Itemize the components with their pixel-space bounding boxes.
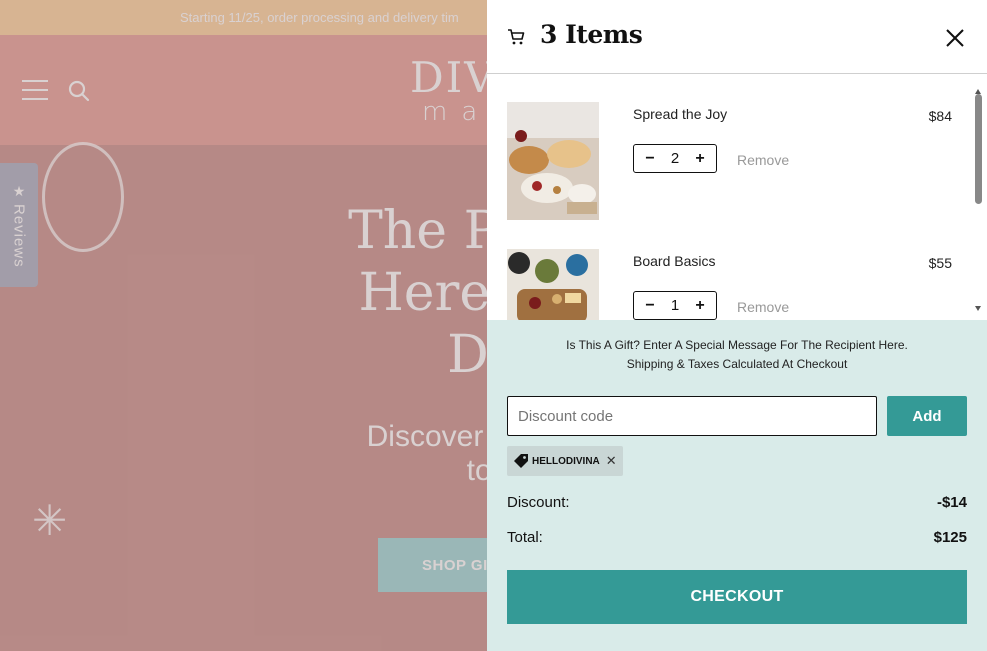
shipping-note: Shipping & Taxes Calculated At Checkout <box>626 357 848 371</box>
discount-row: Discount: -$14 <box>507 494 967 511</box>
product-image[interactable] <box>507 102 599 220</box>
quantity-value[interactable]: 2 <box>671 150 679 167</box>
scrollbar-thumb[interactable] <box>975 94 982 204</box>
applied-discount-tag: HELLODIVINA ✕ <box>507 446 623 476</box>
item-name[interactable]: Spread the Joy <box>633 106 727 122</box>
tag-icon <box>514 454 528 468</box>
cart-item: Board Basics $55 − 1 + Remove <box>507 249 957 320</box>
close-icon[interactable] <box>945 28 965 48</box>
decrease-quantity-button[interactable]: − <box>644 297 656 315</box>
gift-note: Is This A Gift? Enter A Special Message … <box>487 336 987 374</box>
increase-quantity-button[interactable]: + <box>694 150 706 168</box>
quantity-stepper: − 2 + <box>633 144 717 173</box>
remove-discount-icon[interactable]: ✕ <box>606 453 617 469</box>
discount-value: -$14 <box>936 494 967 511</box>
total-row: Total: $125 <box>507 529 967 546</box>
checkout-button[interactable]: CHECKOUT <box>507 570 967 624</box>
item-name[interactable]: Board Basics <box>633 253 715 269</box>
remove-button[interactable]: Remove <box>737 152 789 168</box>
discount-label: Discount: <box>507 494 570 511</box>
cart-title: 3 Items <box>540 20 643 49</box>
cart-footer: Is This A Gift? Enter A Special Message … <box>487 320 987 651</box>
gift-message-link[interactable]: Is This A Gift? Enter A Special Message … <box>487 336 987 355</box>
cart-item: Spread the Joy $84 − 2 + Remove <box>507 102 957 232</box>
total-label: Total: <box>507 529 543 546</box>
total-value: $125 <box>933 529 967 546</box>
cart-items-list: Spread the Joy $84 − 2 + Remove Board Ba… <box>487 74 987 320</box>
remove-button[interactable]: Remove <box>737 299 789 315</box>
applied-code: HELLODIVINA <box>532 455 600 467</box>
product-image[interactable] <box>507 249 599 320</box>
cart-drawer: 3 Items Spread the Joy $84 − 2 + Remove … <box>487 0 987 651</box>
cart-header: 3 Items <box>487 0 987 74</box>
quantity-value[interactable]: 1 <box>671 297 679 314</box>
quantity-stepper: − 1 + <box>633 291 717 320</box>
cart-icon <box>508 29 525 45</box>
increase-quantity-button[interactable]: + <box>694 297 706 315</box>
item-price: $55 <box>928 255 952 271</box>
add-discount-button[interactable]: Add <box>887 396 967 436</box>
discount-code-input[interactable] <box>507 396 877 436</box>
cart-items-scrollbar[interactable] <box>973 88 983 318</box>
item-price: $84 <box>928 108 952 124</box>
decrease-quantity-button[interactable]: − <box>644 150 656 168</box>
